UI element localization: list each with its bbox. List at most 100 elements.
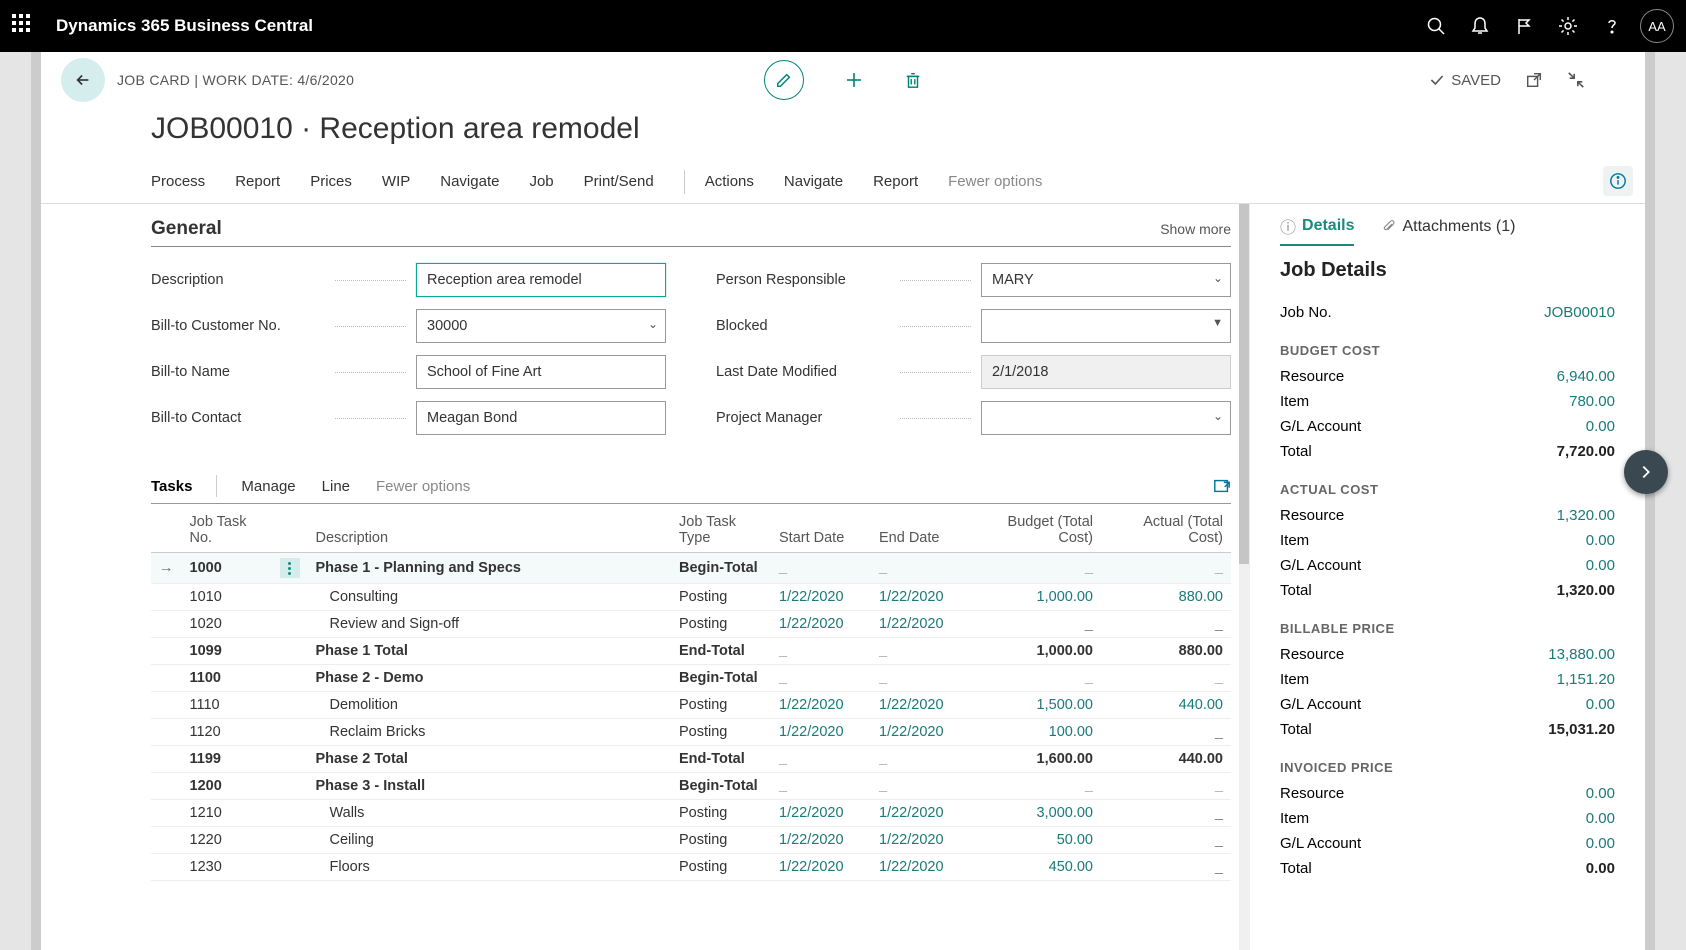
new-button[interactable] xyxy=(844,70,864,90)
col-start[interactable]: Start Date xyxy=(771,504,871,553)
table-row[interactable]: 1020 Review and Sign-off Posting 1/22/20… xyxy=(151,611,1231,638)
kv-value[interactable]: 15,031.20 xyxy=(1548,721,1615,738)
table-row[interactable]: 1210 Walls Posting 1/22/2020 1/22/2020 3… xyxy=(151,800,1231,827)
action-report2[interactable]: Report xyxy=(873,173,918,190)
billtoname-input[interactable] xyxy=(416,355,666,389)
cell-budget[interactable]: 1,600.00 xyxy=(971,746,1101,773)
avatar[interactable]: AA xyxy=(1640,9,1674,43)
scrollbar[interactable] xyxy=(1239,204,1249,950)
cell-end[interactable]: 1/22/2020 xyxy=(871,692,971,719)
cell-budget[interactable]: 1,000.00 xyxy=(971,584,1101,611)
cell-desc[interactable]: Phase 2 - Demo xyxy=(308,665,672,692)
kv-value[interactable]: 0.00 xyxy=(1586,418,1615,435)
cell-start[interactable]: 1/22/2020 xyxy=(771,719,871,746)
cell-actual[interactable]: _ xyxy=(1101,553,1231,584)
col-type[interactable]: Job Task Type xyxy=(671,504,771,553)
cell-budget[interactable]: _ xyxy=(971,773,1101,800)
action-prices[interactable]: Prices xyxy=(310,173,352,190)
cell-no[interactable]: 1210 xyxy=(182,800,272,827)
cell-end[interactable]: 1/22/2020 xyxy=(871,800,971,827)
cell-no[interactable]: 1120 xyxy=(182,719,272,746)
kv-value[interactable]: 1,320.00 xyxy=(1557,507,1615,524)
edit-button[interactable] xyxy=(764,60,804,100)
cell-end[interactable]: _ xyxy=(871,773,971,800)
cell-budget[interactable]: 3,000.00 xyxy=(971,800,1101,827)
cell-actual[interactable]: _ xyxy=(1101,611,1231,638)
tasks-fewer[interactable]: Fewer options xyxy=(376,478,470,495)
cell-budget[interactable]: 1,000.00 xyxy=(971,638,1101,665)
action-wip[interactable]: WIP xyxy=(382,173,410,190)
col-actual[interactable]: Actual (Total Cost) xyxy=(1101,504,1231,553)
cell-budget[interactable]: _ xyxy=(971,553,1101,584)
cell-desc[interactable]: Phase 1 Total xyxy=(308,638,672,665)
cell-no[interactable]: 1110 xyxy=(182,692,272,719)
cell-end[interactable]: _ xyxy=(871,746,971,773)
cell-start[interactable]: 1/22/2020 xyxy=(771,692,871,719)
cell-desc[interactable]: Floors xyxy=(308,854,672,881)
cell-budget[interactable]: 1,500.00 xyxy=(971,692,1101,719)
tasks-line[interactable]: Line xyxy=(322,478,350,495)
info-icon[interactable] xyxy=(1603,166,1633,196)
cell-desc[interactable]: Review and Sign-off xyxy=(308,611,672,638)
cell-no[interactable]: 1099 xyxy=(182,638,272,665)
cell-start[interactable]: 1/22/2020 xyxy=(771,827,871,854)
cell-start[interactable]: _ xyxy=(771,638,871,665)
kv-value[interactable]: 0.00 xyxy=(1586,696,1615,713)
table-row[interactable]: 1110 Demolition Posting 1/22/2020 1/22/2… xyxy=(151,692,1231,719)
cell-no[interactable]: 1000 xyxy=(182,553,272,584)
cell-end[interactable]: _ xyxy=(871,553,971,584)
kv-value[interactable]: 0.00 xyxy=(1586,835,1615,852)
cell-desc[interactable]: Demolition xyxy=(308,692,672,719)
cell-desc[interactable]: Reclaim Bricks xyxy=(308,719,672,746)
action-printsend[interactable]: Print/Send xyxy=(584,173,654,190)
cell-end[interactable]: _ xyxy=(871,638,971,665)
search-icon[interactable] xyxy=(1414,4,1458,48)
action-actions[interactable]: Actions xyxy=(705,173,754,190)
cell-start[interactable]: _ xyxy=(771,665,871,692)
cell-actual[interactable]: 440.00 xyxy=(1101,692,1231,719)
kv-value[interactable]: 0.00 xyxy=(1586,860,1615,877)
cell-start[interactable]: 1/22/2020 xyxy=(771,854,871,881)
kv-value[interactable]: 6,940.00 xyxy=(1557,368,1615,385)
flag-icon[interactable] xyxy=(1502,4,1546,48)
cell-end[interactable]: 1/22/2020 xyxy=(871,719,971,746)
description-input[interactable] xyxy=(416,263,666,297)
kv-value[interactable]: 13,880.00 xyxy=(1548,646,1615,663)
table-row[interactable]: 1230 Floors Posting 1/22/2020 1/22/2020 … xyxy=(151,854,1231,881)
cell-start[interactable]: 1/22/2020 xyxy=(771,611,871,638)
kv-value[interactable]: 0.00 xyxy=(1586,810,1615,827)
cell-no[interactable]: 1200 xyxy=(182,773,272,800)
cell-desc[interactable]: Consulting xyxy=(308,584,672,611)
cell-start[interactable]: _ xyxy=(771,773,871,800)
action-navigate[interactable]: Navigate xyxy=(440,173,499,190)
person-input[interactable] xyxy=(981,263,1231,297)
cell-actual[interactable]: _ xyxy=(1101,800,1231,827)
cell-end[interactable]: 1/22/2020 xyxy=(871,854,971,881)
action-navigate2[interactable]: Navigate xyxy=(784,173,843,190)
cell-actual[interactable]: 880.00 xyxy=(1101,638,1231,665)
table-row[interactable]: 1010 Consulting Posting 1/22/2020 1/22/2… xyxy=(151,584,1231,611)
cell-actual[interactable]: 880.00 xyxy=(1101,584,1231,611)
kv-value[interactable]: 0.00 xyxy=(1586,785,1615,802)
col-budget[interactable]: Budget (Total Cost) xyxy=(971,504,1101,553)
cell-no[interactable]: 1100 xyxy=(182,665,272,692)
cell-no[interactable]: 1220 xyxy=(182,827,272,854)
cell-start[interactable]: 1/22/2020 xyxy=(771,584,871,611)
expand-icon[interactable] xyxy=(1213,477,1231,495)
kv-value[interactable]: 7,720.00 xyxy=(1557,443,1615,460)
cell-actual[interactable]: 440.00 xyxy=(1101,746,1231,773)
cell-budget[interactable]: 100.00 xyxy=(971,719,1101,746)
action-job[interactable]: Job xyxy=(529,173,553,190)
back-button[interactable] xyxy=(61,58,105,102)
cell-end[interactable]: 1/22/2020 xyxy=(871,827,971,854)
cell-no[interactable]: 1020 xyxy=(182,611,272,638)
cell-actual[interactable]: _ xyxy=(1101,719,1231,746)
tasks-manage[interactable]: Manage xyxy=(241,478,295,495)
kv-value[interactable]: 780.00 xyxy=(1569,393,1615,410)
table-row[interactable]: 1220 Ceiling Posting 1/22/2020 1/22/2020… xyxy=(151,827,1231,854)
kv-value[interactable]: 0.00 xyxy=(1586,557,1615,574)
cell-budget[interactable]: 450.00 xyxy=(971,854,1101,881)
action-report[interactable]: Report xyxy=(235,173,280,190)
pm-input[interactable] xyxy=(981,401,1231,435)
cell-desc[interactable]: Phase 3 - Install xyxy=(308,773,672,800)
